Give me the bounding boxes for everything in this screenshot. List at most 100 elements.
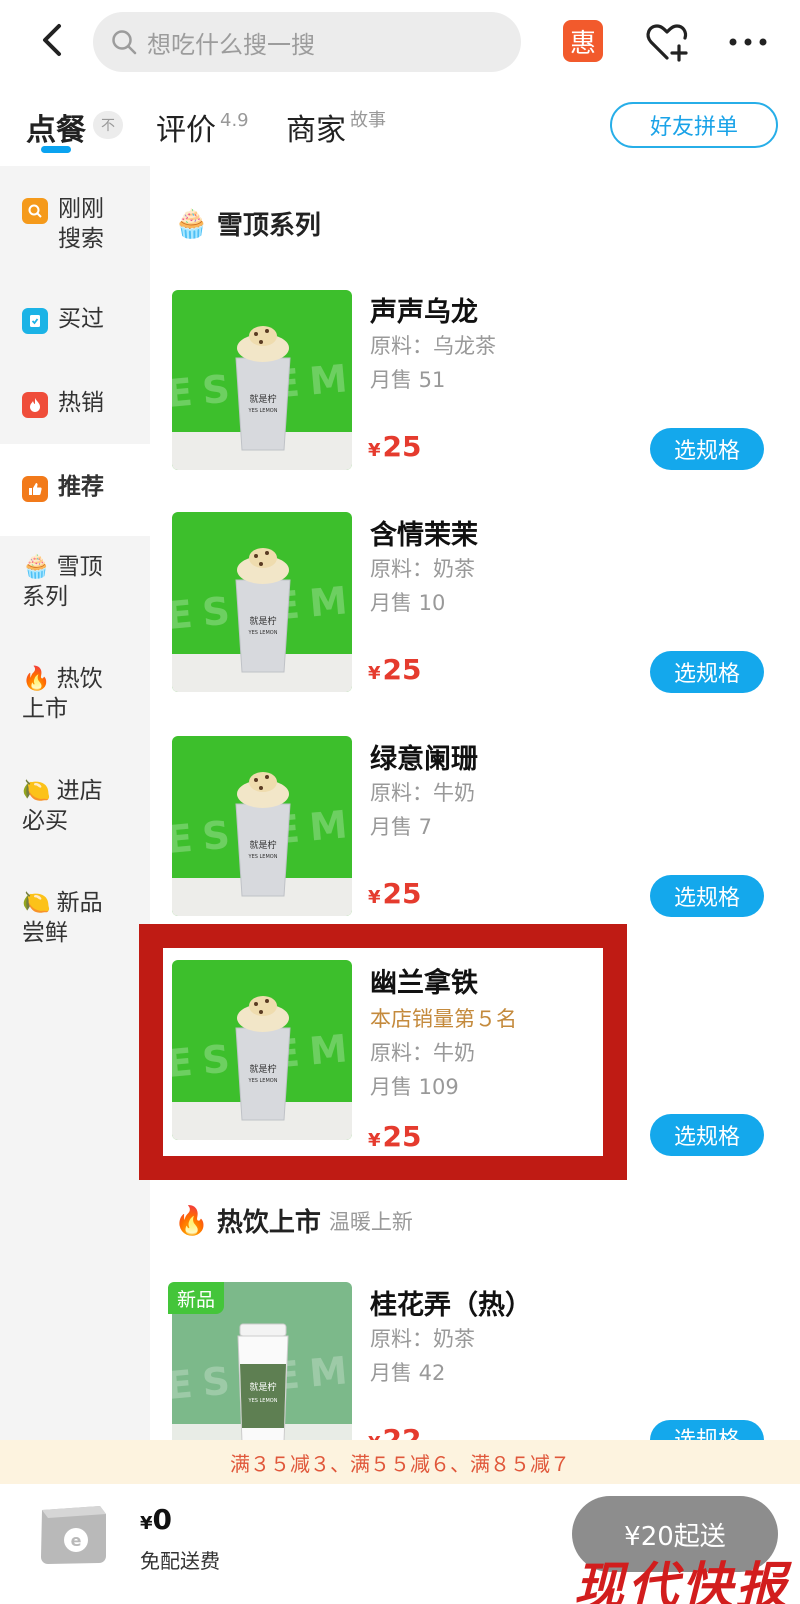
active-tab-indicator bbox=[41, 146, 71, 153]
product-name[interactable]: 桂花弄（热） bbox=[370, 1283, 532, 1322]
select-spec-button[interactable]: 选规格 bbox=[650, 1114, 764, 1156]
sidebar-item-label: 买过 bbox=[58, 306, 104, 332]
search-icon bbox=[112, 30, 137, 55]
fire-icon bbox=[22, 392, 48, 418]
fire-icon: 🔥 bbox=[22, 666, 51, 692]
favorite-add-icon[interactable] bbox=[643, 18, 691, 66]
select-spec-button[interactable]: 选规格 bbox=[650, 651, 764, 693]
sidebar-item-bought[interactable]: 买过 bbox=[0, 304, 150, 334]
tab-order-badge: 不 bbox=[93, 111, 123, 139]
product-price: ¥25 bbox=[368, 653, 422, 686]
discount-promo-bar: 满３５减３、满５５减６、满８５减７ bbox=[0, 1440, 800, 1484]
svg-text:e: e bbox=[71, 1531, 82, 1550]
cupcake-icon: 🧁 bbox=[22, 554, 51, 580]
product-image[interactable]: ESLEMON 就是柠 YES LEMON bbox=[172, 736, 352, 916]
price-value: 25 bbox=[382, 877, 422, 910]
sidebar-active-spacer bbox=[0, 528, 150, 536]
section-title-text: 热饮上市 bbox=[216, 1208, 321, 1238]
sidebar-item-label-1: 雪顶 bbox=[56, 554, 103, 580]
section-title: 🔥 热饮上市 温暖上新 bbox=[174, 1202, 413, 1239]
lemon-icon: 🍋 bbox=[22, 890, 51, 916]
sidebar-item-label-1: 热饮 bbox=[56, 666, 103, 692]
highlight-frame bbox=[139, 924, 627, 1180]
product-monthly-sales: 月售 10 bbox=[370, 591, 446, 615]
price-value: 25 bbox=[382, 430, 422, 463]
svg-text:就是柠: 就是柠 bbox=[249, 839, 276, 851]
tab-merchant[interactable]: 商家 故事 bbox=[286, 105, 386, 149]
sidebar-item-snow-top[interactable]: 🧁 雪顶 系列 bbox=[22, 552, 142, 612]
sidebar-item-label-2: 上市 bbox=[22, 696, 68, 722]
product-ingredient: 原料：奶茶 bbox=[370, 557, 475, 581]
sidebar-item-hot-drinks[interactable]: 🔥 热饮 上市 bbox=[22, 664, 142, 724]
sidebar-item-label-2: 系列 bbox=[22, 584, 68, 610]
select-spec-button[interactable]: 选规格 bbox=[650, 1420, 764, 1440]
search-bar[interactable]: 想吃什么搜一搜 bbox=[93, 12, 521, 72]
tab-merchant-sup: 故事 bbox=[350, 110, 386, 131]
cart-check-icon bbox=[22, 308, 48, 334]
product-ingredient: 原料：奶茶 bbox=[370, 1327, 475, 1351]
back-arrow-icon[interactable] bbox=[30, 18, 74, 62]
tab-order-label: 点餐 bbox=[26, 113, 86, 148]
sidebar-item-recommend[interactable]: 推荐 bbox=[0, 444, 150, 528]
more-menu-icon[interactable] bbox=[724, 18, 772, 66]
product-image[interactable]: ESLEMON 就是柠 YES LEMON bbox=[172, 290, 352, 470]
tab-reviews[interactable]: 评价 4.9 bbox=[156, 105, 249, 149]
sidebar-item-hot-sale[interactable]: 热销 bbox=[0, 388, 150, 418]
sidebar-item-must-buy[interactable]: 🍋 进店 必买 bbox=[22, 776, 142, 836]
product-price: ¥25 bbox=[368, 430, 422, 463]
currency-symbol: ¥ bbox=[368, 440, 381, 461]
cup-graphic: 就是柠 YES LEMON bbox=[235, 326, 291, 451]
sidebar-item-label: 推荐 bbox=[58, 474, 104, 500]
product-name[interactable]: 声声乌龙 bbox=[370, 290, 478, 329]
product-name[interactable]: 含情茉茉 bbox=[370, 513, 478, 552]
tab-merchant-label: 商家 bbox=[286, 113, 346, 148]
sidebar-item-label-1: 进店 bbox=[56, 778, 103, 804]
product-image[interactable]: ESLEMON 就是柠 YES LEMON bbox=[172, 512, 352, 692]
product-monthly-sales: 月售 51 bbox=[370, 368, 446, 392]
sidebar-item-label: 刚刚 搜索 bbox=[58, 196, 104, 252]
category-sidebar: 刚刚 搜索 买过 热销 推荐 🧁 雪顶 系列 🔥 热饮 上市 🍋 进店 必买 🍋… bbox=[0, 166, 150, 1440]
section-subtitle: 温暖上新 bbox=[328, 1209, 413, 1234]
hot-cup-graphic: 就是柠 YES LEMON bbox=[237, 1323, 289, 1443]
cart-amount: 0 bbox=[152, 1503, 173, 1536]
svg-text:就是柠: 就是柠 bbox=[249, 1381, 276, 1393]
cupcake-icon: 🧁 bbox=[174, 207, 209, 240]
new-product-badge: 新品 bbox=[168, 1282, 224, 1314]
discount-icon[interactable]: 惠 bbox=[563, 20, 603, 62]
svg-text:YES LEMON: YES LEMON bbox=[248, 630, 278, 636]
shopping-bag-icon[interactable]: e bbox=[34, 1494, 112, 1566]
search-bubble-icon bbox=[22, 198, 48, 224]
product-name[interactable]: 绿意阑珊 bbox=[370, 737, 478, 776]
svg-text:就是柠: 就是柠 bbox=[249, 393, 276, 405]
sidebar-item-new[interactable]: 🍋 新品 尝鲜 bbox=[22, 888, 142, 948]
cup-graphic: 就是柠 YES LEMON bbox=[235, 772, 291, 897]
product-price: ¥22 bbox=[368, 1423, 422, 1440]
currency-symbol: ¥ bbox=[368, 1433, 381, 1440]
fire-icon: 🔥 bbox=[174, 1204, 209, 1237]
thumb-up-icon bbox=[22, 476, 48, 502]
tab-reviews-label: 评价 bbox=[156, 113, 216, 148]
section-title-text: 雪顶系列 bbox=[216, 211, 321, 241]
sidebar-item-just-searched[interactable]: 刚刚 搜索 bbox=[0, 194, 150, 254]
price-value: 22 bbox=[382, 1423, 422, 1440]
tab-order[interactable]: 点餐 bbox=[26, 105, 86, 149]
currency-symbol: ¥ bbox=[368, 663, 381, 684]
sidebar-item-label: 热销 bbox=[58, 390, 104, 416]
svg-text:YES LEMON: YES LEMON bbox=[248, 408, 278, 414]
search-placeholder: 想吃什么搜一搜 bbox=[147, 30, 315, 59]
product-ingredient: 原料：牛奶 bbox=[370, 781, 475, 805]
product-price: ¥25 bbox=[368, 877, 422, 910]
media-watermark: 现代快报 bbox=[574, 1556, 790, 1604]
sidebar-item-label-2: 必买 bbox=[22, 808, 68, 834]
section-title: 🧁 雪顶系列 bbox=[174, 205, 321, 242]
delivery-fee-label: 免配送费 bbox=[140, 1549, 220, 1573]
select-spec-label: 选规格 bbox=[674, 1422, 740, 1440]
friend-group-order-button[interactable]: 好友拼单 bbox=[610, 102, 778, 148]
select-spec-button[interactable]: 选规格 bbox=[650, 428, 764, 470]
cup-graphic: 就是柠 YES LEMON bbox=[235, 548, 291, 673]
product-monthly-sales: 月售 42 bbox=[370, 1361, 446, 1385]
sidebar-item-label-1: 新品 bbox=[56, 890, 103, 916]
select-spec-button[interactable]: 选规格 bbox=[650, 875, 764, 917]
product-ingredient: 原料：乌龙茶 bbox=[370, 334, 496, 358]
price-value: 25 bbox=[382, 653, 422, 686]
